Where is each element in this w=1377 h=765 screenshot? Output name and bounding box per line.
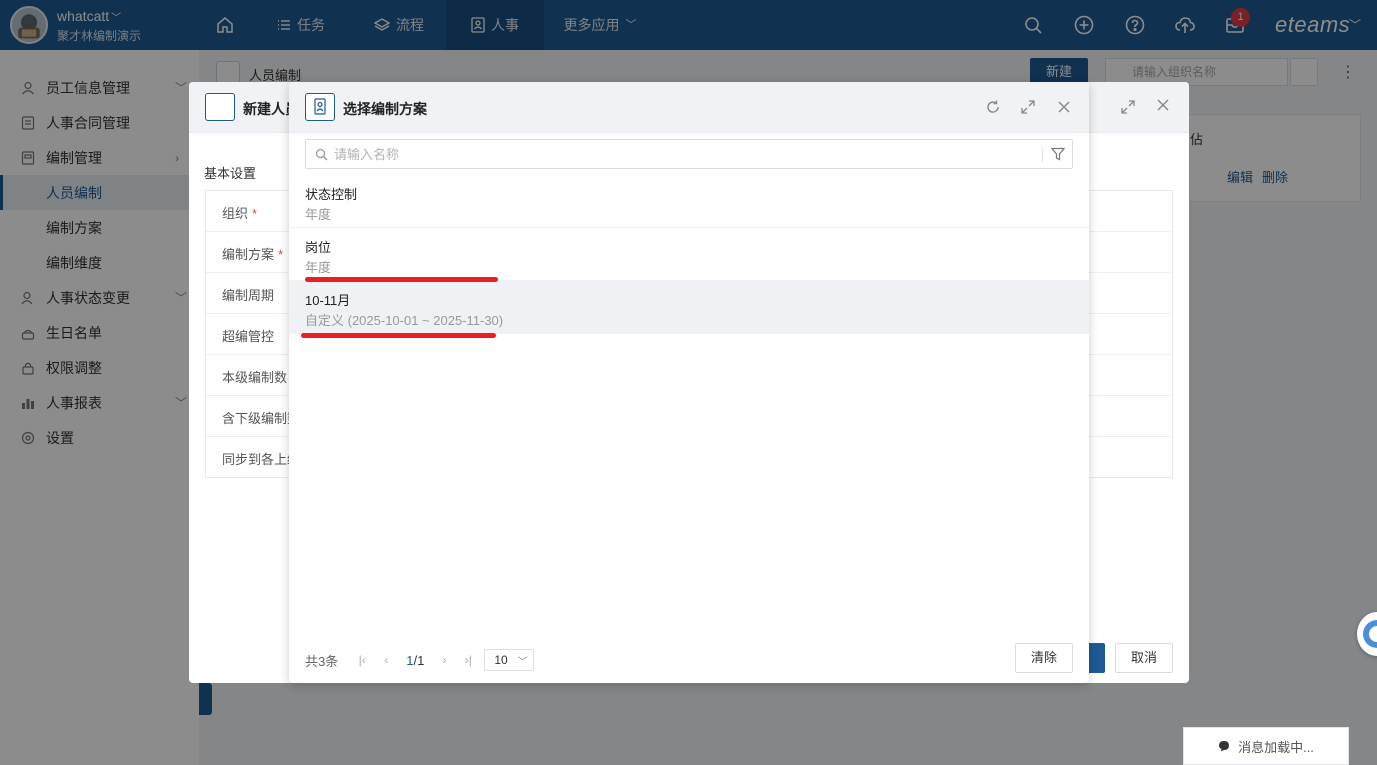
- plan-period: 年度: [305, 260, 332, 275]
- field-label-text: 组织: [222, 206, 249, 221]
- field-label: 组织 *: [222, 203, 257, 222]
- person-doc-icon: [305, 93, 335, 121]
- close-icon[interactable]: [1055, 98, 1073, 116]
- bug-report-icon[interactable]: [1357, 612, 1377, 656]
- page-indicator: 1/1: [406, 653, 424, 668]
- clear-button[interactable]: 清除: [1015, 643, 1073, 673]
- annotation-underline: [305, 277, 498, 282]
- chat-icon: [1219, 741, 1230, 752]
- pagination: 共3条 |‹ ‹ 1/1 › ›| 10 ﹀: [305, 648, 535, 672]
- plan-search: [305, 139, 1073, 169]
- section-title: 基本设置: [204, 166, 257, 181]
- filter-icon[interactable]: [1051, 147, 1065, 161]
- expand-icon[interactable]: [1121, 100, 1135, 114]
- message-loading-text: 消息加载中...: [1238, 739, 1314, 755]
- plan-search-input[interactable]: [334, 143, 1034, 165]
- plan-list-item[interactable]: 岗位 年度: [289, 228, 1089, 281]
- plan-list-item[interactable]: 状态控制 年度: [289, 175, 1089, 228]
- field-label: 编制方案 *: [222, 244, 283, 263]
- plan-list-item-selected[interactable]: 10-11月 自定义 (2025-10-01 ~ 2025-11-30): [289, 281, 1089, 334]
- field-label-text: 本级编制数: [222, 370, 288, 385]
- field-label: 本级编制数*: [222, 367, 296, 386]
- plan-period: 自定义 (2025-10-01 ~ 2025-11-30): [305, 313, 504, 328]
- divider: [1042, 148, 1043, 162]
- annotation-underline: [301, 333, 496, 338]
- chevron-down-icon: ﹀: [517, 656, 528, 668]
- prev-page-icon[interactable]: ‹: [374, 653, 398, 667]
- last-page-icon[interactable]: ›|: [456, 653, 480, 667]
- field-label: 超编管控: [222, 329, 275, 344]
- message-loading: 消息加载中...: [1183, 727, 1349, 765]
- field-label-text: 编制方案: [222, 247, 275, 262]
- cancel-button[interactable]: 取消: [1115, 643, 1173, 673]
- required-mark: *: [278, 247, 284, 262]
- plan-name: 10-11月: [305, 293, 351, 308]
- next-page-icon[interactable]: ›: [432, 653, 456, 667]
- required-mark: *: [252, 206, 258, 221]
- total-count: 共3条: [305, 653, 339, 669]
- plan-name: 岗位: [305, 240, 332, 255]
- dialog-title: 选择编制方案: [343, 101, 427, 117]
- plan-name: 状态控制: [305, 187, 358, 202]
- plan-period: 年度: [305, 207, 332, 222]
- page-size-select[interactable]: 10 ﹀: [484, 649, 535, 671]
- person-doc-icon: [205, 93, 235, 121]
- select-plan-dialog: 选择编制方案 状态控制 年度 岗位 年度 10-11月 自定义 (2025-10…: [289, 82, 1089, 683]
- search-icon: [315, 148, 328, 161]
- close-icon[interactable]: [1156, 98, 1170, 112]
- total-pages: /1: [413, 652, 425, 668]
- expand-icon[interactable]: [1019, 98, 1037, 116]
- refresh-icon[interactable]: [984, 98, 1002, 116]
- confirm-button[interactable]: [1087, 643, 1105, 673]
- page-size-value: 10: [494, 653, 508, 667]
- first-page-icon[interactable]: |‹: [350, 653, 374, 667]
- field-label: 编制周期: [222, 288, 275, 303]
- dialog-header: 选择编制方案: [289, 82, 1089, 133]
